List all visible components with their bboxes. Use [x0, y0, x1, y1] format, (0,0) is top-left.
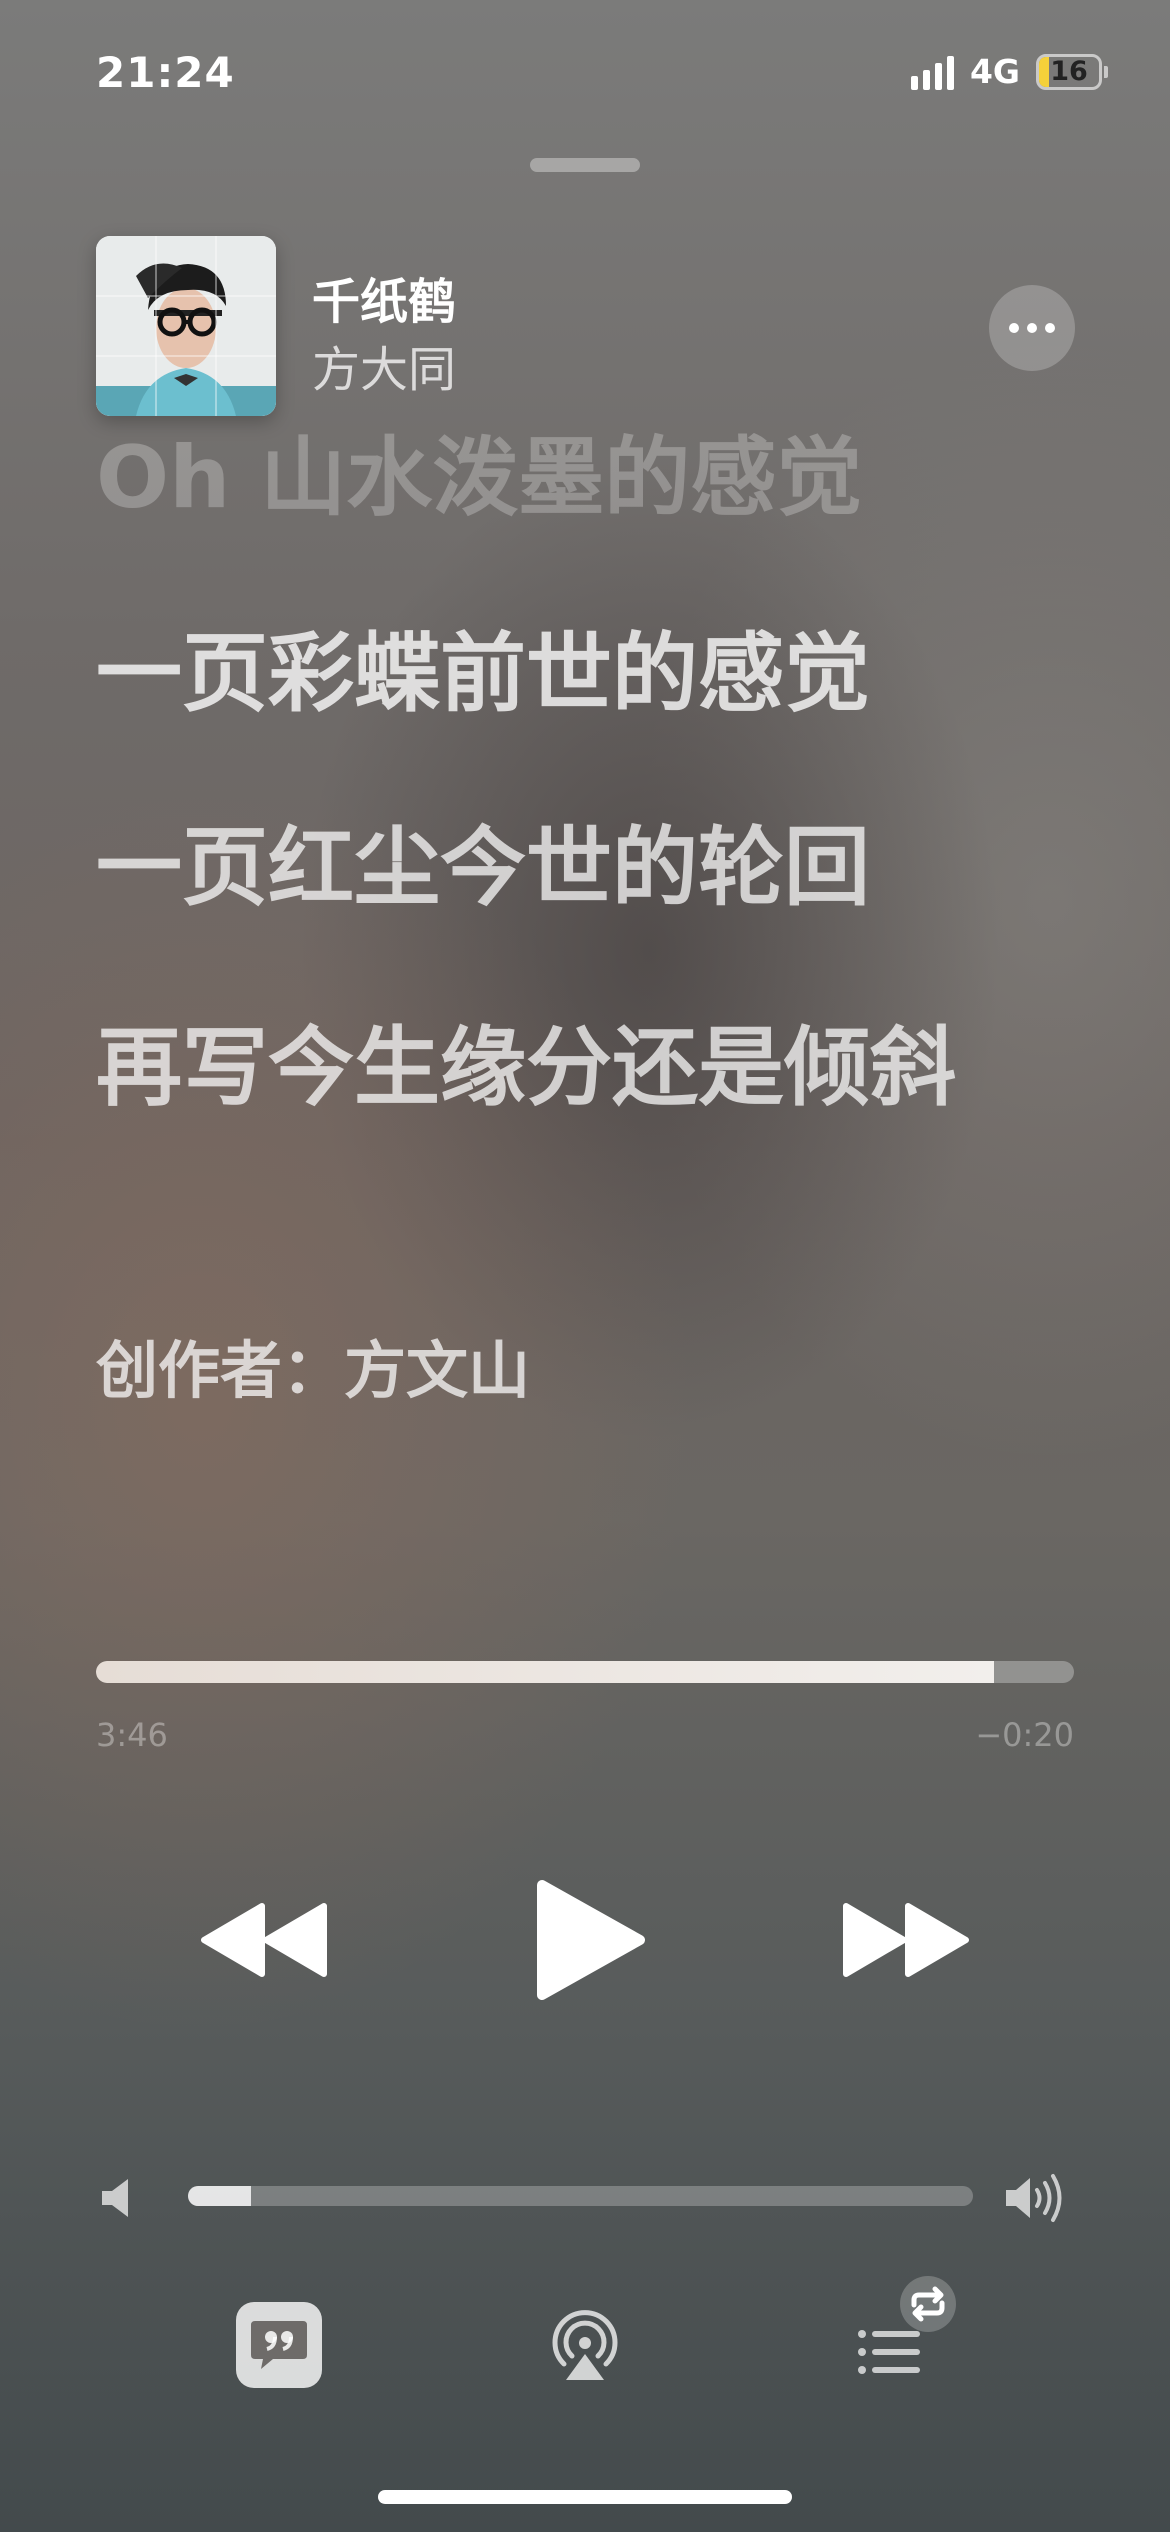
lyric-line[interactable]: 一页彩蝶前世的感觉 [96, 620, 996, 728]
lyrics-button[interactable] [236, 2302, 322, 2388]
play-button[interactable] [520, 1870, 660, 2010]
battery-icon: 16 [1036, 53, 1102, 90]
rewind-button[interactable] [190, 1890, 340, 1990]
elapsed-time: 3:46 [96, 1716, 168, 1754]
lyrics-quote-icon [251, 2321, 307, 2369]
status-time: 21:24 [96, 48, 235, 97]
fast-forward-button[interactable] [830, 1890, 980, 1990]
playback-progress-fill [96, 1661, 994, 1683]
song-title[interactable]: 千纸鹤 [312, 262, 456, 332]
status-indicators: 4G 16 [910, 52, 1108, 91]
rewind-icon [201, 1903, 327, 1977]
more-button[interactable] [989, 285, 1075, 371]
lyric-line[interactable]: 一页红尘今世的轮回 [96, 814, 996, 922]
remaining-time: −0:20 [975, 1716, 1074, 1754]
repeat-icon [900, 2276, 956, 2332]
lyric-line[interactable]: 再写今生缘分还是倾斜 [96, 1014, 996, 1122]
speaker-wave-icon [1006, 2174, 1062, 2222]
ellipsis-icon [1009, 323, 1019, 333]
fast-forward-icon [843, 1903, 969, 1977]
volume-slider-fill [188, 2186, 251, 2206]
battery-level: 16 [1050, 56, 1088, 87]
network-type: 4G [969, 52, 1020, 91]
songwriter-credit: 创作者：方文山 [96, 1334, 531, 1407]
artist-name[interactable]: 方大同 [312, 330, 456, 400]
volume-slider[interactable] [188, 2186, 973, 2206]
cellular-signal-icon [910, 54, 954, 90]
queue-list-icon [858, 2276, 956, 2374]
sheet-grabber[interactable] [530, 158, 640, 172]
album-art[interactable] [96, 236, 276, 416]
airplay-icon[interactable] [550, 2310, 620, 2382]
play-icon [537, 1880, 645, 2000]
lyric-line-previous[interactable]: Oh 山水泼墨的感觉 [96, 424, 996, 532]
battery-tip [1104, 65, 1108, 78]
speaker-icon [102, 2179, 128, 2217]
queue-button[interactable] [856, 2272, 966, 2392]
playback-scrubber[interactable] [96, 1661, 1074, 1683]
home-indicator[interactable] [378, 2490, 792, 2504]
